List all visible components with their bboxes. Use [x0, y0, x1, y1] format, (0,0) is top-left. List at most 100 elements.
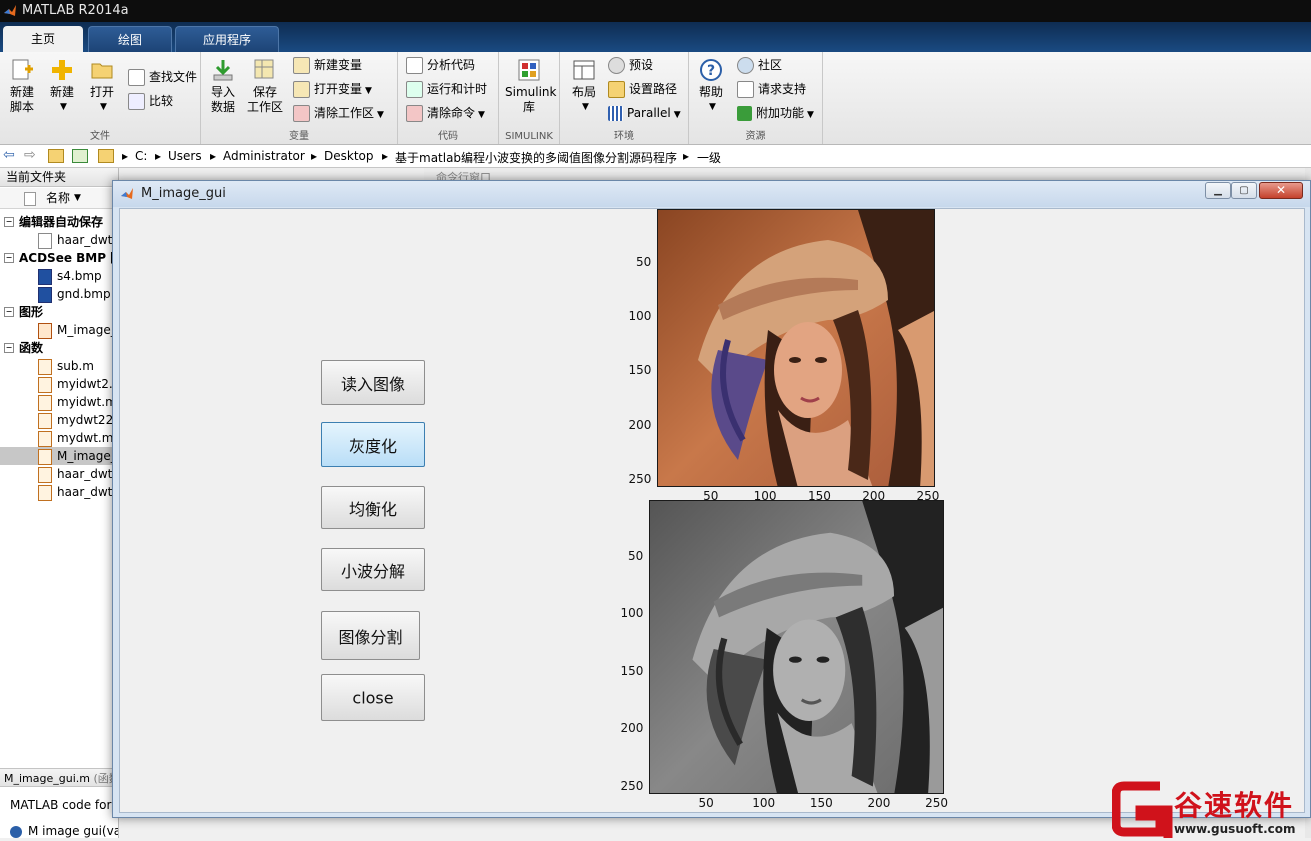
file-name: gnd.bmp: [57, 287, 111, 301]
breadcrumb-item[interactable]: Desktop: [324, 149, 374, 163]
variable-group-label: 变量: [289, 131, 309, 142]
tab-plots[interactable]: 绘图: [88, 26, 172, 52]
help-icon: ?: [699, 58, 723, 82]
help-button[interactable]: ? 帮助 ▼: [693, 58, 729, 115]
request-support-button[interactable]: 请求支持: [737, 80, 806, 98]
folder-group-header[interactable]: − 函数: [0, 339, 118, 357]
maximize-button[interactable]: ▢: [1231, 182, 1257, 199]
figure-file-icon: [38, 323, 52, 339]
close-window-button[interactable]: ✕: [1259, 182, 1303, 199]
chevron-down-icon: ▼: [60, 102, 67, 112]
breadcrumb-item[interactable]: 一级: [697, 149, 721, 166]
set-path-button[interactable]: 设置路径: [608, 80, 677, 98]
file-group: 新建 脚本 新建 ▼ 打开 ▼ 查找文件 比较 文件: [0, 52, 201, 144]
list-item[interactable]: mydwt22.: [0, 411, 118, 429]
m-file-icon: [38, 413, 52, 429]
chevron-down-icon: ▼: [365, 86, 372, 96]
bmp-file-icon: [38, 269, 52, 285]
chevron-down-icon: ▼: [100, 102, 107, 112]
clear-workspace-button[interactable]: 清除工作区 ▼: [293, 104, 384, 122]
collapse-icon[interactable]: −: [4, 253, 14, 263]
open-variable-label: 打开变量: [314, 82, 363, 96]
chevron-down-icon: ▼: [377, 110, 384, 120]
new-script-button[interactable]: 新建 脚本: [4, 58, 40, 115]
gui-window: M_image_gui ▁ ▢ ✕ 读入图像 灰度化 均衡化 小波分解 图像分割…: [112, 180, 1311, 818]
list-item[interactable]: mydwt.m: [0, 429, 118, 447]
find-files-label: 查找文件: [149, 70, 198, 84]
list-item[interactable]: M_image_: [0, 321, 118, 339]
browse-folder-icon[interactable]: [72, 149, 88, 163]
analyze-code-button[interactable]: 分析代码: [406, 56, 475, 74]
bottom-ytick-label: 100: [620, 606, 644, 621]
parallel-button[interactable]: Parallel ▼: [608, 104, 681, 122]
image-segment-button[interactable]: 图像分割: [321, 611, 420, 660]
read-image-button[interactable]: 读入图像: [321, 360, 425, 405]
top-xtick-label: 200: [862, 489, 886, 503]
folder-group-header[interactable]: − ACDSee BMP 图: [0, 249, 118, 267]
wavelet-decompose-button[interactable]: 小波分解: [321, 548, 425, 591]
m-file-icon: [38, 431, 52, 447]
simulink-library-button[interactable]: Simulink 库: [505, 58, 556, 115]
list-item[interactable]: sub.m: [0, 357, 118, 375]
list-item[interactable]: gnd.bmp: [0, 285, 118, 303]
gui-title-bar[interactable]: M_image_gui ▁ ▢ ✕: [113, 181, 1310, 207]
clear-workspace-icon: [293, 105, 310, 122]
list-item-selected[interactable]: M_image_: [0, 447, 118, 465]
bottom-xtick-label: 150: [809, 796, 833, 810]
code-group: 分析代码 运行和计时 清除命令 ▼ 代码: [398, 52, 499, 144]
new-button[interactable]: 新建 ▼: [44, 58, 80, 115]
folder-group-header[interactable]: − 编辑器自动保存: [0, 213, 118, 231]
chevron-down-icon: ▼: [673, 110, 681, 120]
list-item[interactable]: haar_dwt.: [0, 231, 118, 249]
open-label: 打开: [89, 85, 114, 99]
compare-button[interactable]: 比较: [128, 92, 173, 110]
close-button[interactable]: close: [321, 674, 425, 721]
axes-gray-image[interactable]: [649, 500, 944, 794]
collapse-icon[interactable]: −: [4, 217, 14, 227]
minimize-button[interactable]: ▁: [1205, 182, 1231, 199]
breadcrumb-item[interactable]: 基于matlab编程小波变换的多阈值图像分割源码程序: [395, 149, 677, 166]
breadcrumb-separator: ▸: [683, 149, 690, 163]
current-folder-panel: 当前文件夹 名称 ▼ − 编辑器自动保存 haar_dwt. − ACDSee BM…: [0, 168, 119, 838]
folder-group-header[interactable]: − 图形: [0, 303, 118, 321]
m-file-icon: [38, 485, 52, 501]
gui-client-area: 读入图像 灰度化 均衡化 小波分解 图像分割 close 50 100 150 …: [119, 208, 1305, 813]
tab-home[interactable]: 主页: [3, 26, 83, 52]
clear-commands-button[interactable]: 清除命令 ▼: [406, 104, 485, 122]
preferences-button[interactable]: 预设: [608, 56, 653, 74]
list-item[interactable]: myidwt.m: [0, 393, 118, 411]
bottom-ytick-label: 150: [620, 663, 644, 678]
open-variable-button[interactable]: 打开变量 ▼: [293, 80, 372, 98]
community-button[interactable]: 社区: [737, 56, 782, 74]
back-arrow-icon[interactable]: ⇦: [3, 147, 15, 163]
name-column-header[interactable]: 名称 ▼: [0, 188, 118, 209]
run-and-time-button[interactable]: 运行和计时: [406, 80, 487, 98]
open-button[interactable]: 打开 ▼: [84, 58, 120, 115]
up-folder-icon[interactable]: [48, 149, 64, 163]
breadcrumb-item[interactable]: Administrator: [223, 149, 305, 163]
read-image-label: 读入图像: [340, 374, 405, 394]
axes-original-image[interactable]: [657, 209, 935, 487]
save-workspace-button[interactable]: 保存 工作区: [245, 58, 285, 115]
find-files-button[interactable]: 查找文件: [128, 68, 197, 86]
breadcrumb-item[interactable]: C:: [135, 149, 147, 163]
list-item[interactable]: haar_dwt.: [0, 483, 118, 501]
grayscale-button[interactable]: 灰度化: [321, 422, 425, 467]
list-item[interactable]: s4.bmp: [0, 267, 118, 285]
new-variable-button[interactable]: 新建变量: [293, 56, 362, 74]
save-workspace-label: 保存 工作区: [246, 85, 283, 114]
layout-icon: [572, 58, 596, 82]
collapse-icon[interactable]: −: [4, 343, 14, 353]
watermark-text: 谷速软件: [1174, 789, 1295, 822]
collapse-icon[interactable]: −: [4, 307, 14, 317]
layout-button[interactable]: 布局 ▼: [566, 58, 602, 115]
breadcrumb-item[interactable]: Users: [168, 149, 202, 163]
list-item[interactable]: myidwt2.r: [0, 375, 118, 393]
set-path-icon: [608, 81, 625, 98]
equalize-button[interactable]: 均衡化: [321, 486, 425, 529]
add-ons-button[interactable]: 附加功能 ▼: [737, 104, 814, 122]
forward-arrow-icon[interactable]: ⇨: [24, 147, 36, 163]
tab-apps[interactable]: 应用程序: [175, 26, 279, 52]
import-data-button[interactable]: 导入 数据: [205, 58, 241, 115]
list-item[interactable]: haar_dwt2: [0, 465, 118, 483]
